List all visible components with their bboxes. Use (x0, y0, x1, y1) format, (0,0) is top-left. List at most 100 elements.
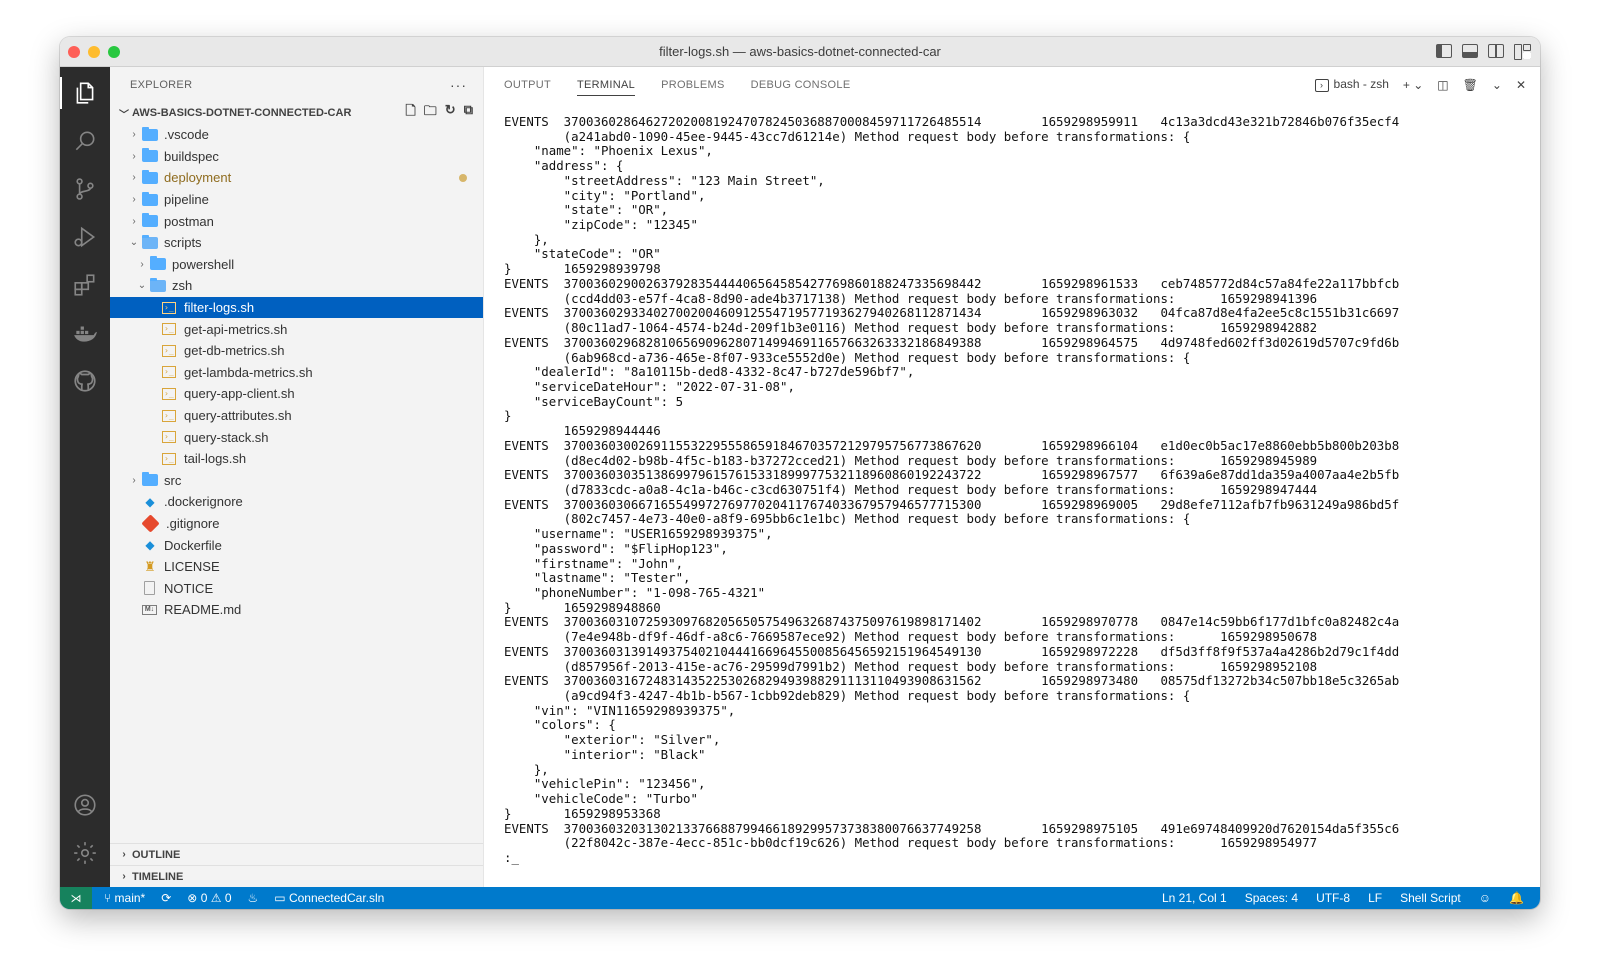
tree-item-tail-logs[interactable]: ›_ tail-logs.sh (110, 448, 483, 470)
terminal-line: "state": "OR", (504, 202, 669, 218)
accounts-icon[interactable] (60, 781, 110, 829)
terminal-line: (ccd4dd03-e57f-4ca8-8d90-ade4b3717138) M… (504, 290, 1318, 306)
indentation[interactable]: Spaces: 4 (1245, 891, 1298, 905)
tree-item-powershell[interactable]: › powershell (110, 254, 483, 276)
warning-icon: ⚠ (210, 891, 225, 905)
encoding[interactable]: UTF-8 (1316, 891, 1350, 905)
docker-icon[interactable] (60, 309, 110, 357)
terminal-line: "interior": "Black" (504, 746, 706, 762)
terminal-line: "zipCode": "12345" (504, 217, 698, 233)
tree-item-label: get-lambda-metrics.sh (184, 364, 313, 380)
extensions-icon[interactable] (60, 261, 110, 309)
new-terminal-icon[interactable]: + ⌄ (1403, 78, 1423, 92)
toggle-panel-icon[interactable] (1462, 44, 1478, 58)
tree-item-label: postman (164, 213, 214, 229)
tree-item-label: get-db-metrics.sh (184, 343, 285, 359)
tree-item-query-attributes[interactable]: ›_ query-attributes.sh (110, 405, 483, 427)
more-actions-icon[interactable]: ··· (450, 77, 467, 93)
tab-debug-console[interactable]: DEBUG CONSOLE (751, 67, 851, 102)
notifications-bell-icon[interactable]: 🔔 (1509, 891, 1524, 905)
terminal-line: "name": "Phoenix Lexus", (504, 143, 713, 159)
terminal-line: (80c11ad7-1064-4574-b24d-209f1b3e0116) M… (504, 320, 1318, 336)
folder-open-icon (142, 234, 158, 249)
terminal-selector[interactable]: › bash - zsh (1314, 77, 1389, 92)
terminal-output[interactable]: EVENTS 370036028646272020081924707824503… (504, 115, 1530, 887)
tree-item-filter-logs[interactable]: ›_ filter-logs.sh (110, 296, 483, 319)
tree-item-label: NOTICE (164, 580, 214, 596)
terminal-line: (d8ec4d02-b98b-4f5c-b183-b37272cced21) M… (504, 452, 1318, 468)
tree-item-vscode[interactable]: › .vscode (110, 124, 483, 146)
tree-item-query-app-client[interactable]: ›_ query-app-client.sh (110, 383, 483, 405)
outline-label: OUTLINE (132, 848, 181, 861)
tree-item-label: get-api-metrics.sh (184, 321, 288, 337)
github-icon[interactable] (60, 357, 110, 405)
shell-file-icon: ›_ (162, 431, 176, 444)
solution-status[interactable]: ▭ ConnectedCar.sln (274, 891, 384, 905)
problems-status[interactable]: ⊗ 0 ⚠ 0 (187, 891, 231, 905)
remote-indicator-icon[interactable]: ⋊ (60, 887, 92, 909)
sync-icon[interactable]: ⟳ (161, 891, 171, 905)
flame-icon[interactable]: ♨ (248, 891, 259, 905)
tree-item-gitignore[interactable]: .gitignore (110, 513, 483, 535)
tree-item-scripts[interactable]: ⌄ scripts (110, 232, 483, 254)
terminal-line: "vin": "VIN11659298939375", (504, 702, 736, 718)
chevron-right-icon: › (132, 215, 136, 227)
vscode-window: filter-logs.sh — aws-basics-dotnet-conne… (60, 37, 1540, 909)
manage-gear-icon[interactable] (60, 829, 110, 877)
end-of-line[interactable]: LF (1368, 891, 1382, 905)
tree-item-deployment[interactable]: › deployment (110, 167, 483, 189)
tab-problems[interactable]: PROBLEMS (661, 67, 725, 102)
terminal-line: "city": "Portland", (504, 187, 706, 203)
toggle-secondary-sidebar-icon[interactable] (1488, 44, 1504, 58)
language-mode[interactable]: Shell Script (1400, 891, 1461, 905)
terminal-line: "address": { (504, 158, 624, 174)
split-terminal-icon[interactable]: ◫ (1437, 78, 1448, 92)
tree-item-get-db-metrics[interactable]: ›_ get-db-metrics.sh (110, 340, 483, 362)
new-folder-icon[interactable]: 🗀 (424, 102, 437, 124)
tree-item-pipeline[interactable]: › pipeline (110, 189, 483, 211)
search-icon[interactable] (60, 117, 110, 165)
tree-item-postman[interactable]: › postman (110, 210, 483, 232)
explorer-icon[interactable] (60, 69, 110, 117)
tree-item-license[interactable]: ♜ LICENSE (110, 556, 483, 578)
run-debug-icon[interactable] (60, 213, 110, 261)
refresh-icon[interactable]: ↻ (445, 102, 456, 124)
error-icon: ⊗ (187, 891, 201, 905)
workspace-root[interactable]: ﹀ AWS-BASICS-DOTNET-CONNECTED-CAR 🗋 🗀 ↻ … (110, 102, 483, 124)
tree-item-zsh[interactable]: ⌄ zsh (110, 275, 483, 297)
terminal-line: (22f8042c-387e-4ecc-851c-bb0dcf19c626) M… (504, 835, 1318, 851)
tab-terminal[interactable]: TERMINAL (577, 67, 636, 102)
source-control-icon[interactable] (60, 165, 110, 213)
new-file-icon[interactable]: 🗋 (405, 102, 415, 124)
chevron-down-icon: ⌄ (129, 237, 139, 249)
tree-item-dockerfile[interactable]: ◆ Dockerfile (110, 534, 483, 556)
tree-item-get-api-metrics[interactable]: ›_ get-api-metrics.sh (110, 318, 483, 340)
chevron-right-icon: › (140, 258, 144, 270)
collapse-all-icon[interactable]: ⧉ (464, 102, 473, 124)
kill-terminal-icon[interactable]: 🗑 (1463, 78, 1478, 92)
tree-item-label: query-attributes.sh (184, 408, 292, 424)
tree-item-readme[interactable]: M↓ README.md (110, 599, 483, 621)
feedback-icon[interactable]: ☺ (1479, 891, 1491, 905)
folder-open-icon (150, 277, 166, 292)
tree-item-query-stack[interactable]: ›_ query-stack.sh (110, 426, 483, 448)
outline-section[interactable]: › OUTLINE (110, 843, 483, 865)
maximize-panel-icon[interactable]: ⌄ (1492, 78, 1502, 92)
tree-item-label: zsh (172, 278, 193, 294)
tree-item-buildspec[interactable]: › buildspec (110, 146, 483, 168)
tree-item-get-lambda-metrics[interactable]: ›_ get-lambda-metrics.sh (110, 362, 483, 384)
branch-status[interactable]: ⑂ main* (104, 891, 145, 905)
shell-file-icon: ›_ (162, 387, 176, 400)
chevron-right-icon: › (122, 871, 126, 882)
folder-icon (142, 148, 158, 163)
tree-item-dockerignore[interactable]: ◆ .dockerignore (110, 491, 483, 513)
cursor-position[interactable]: Ln 21, Col 1 (1162, 891, 1227, 905)
customize-layout-icon[interactable] (1514, 44, 1531, 60)
tab-output[interactable]: OUTPUT (504, 67, 551, 102)
toggle-sidebar-icon[interactable] (1436, 44, 1452, 58)
tree-item-src[interactable]: › src (110, 470, 483, 492)
tree-item-notice[interactable]: NOTICE (110, 577, 483, 599)
terminal-line: } 1659298953368 (504, 805, 661, 821)
timeline-section[interactable]: › TIMELINE (110, 865, 483, 887)
close-panel-icon[interactable]: ✕ (1516, 78, 1526, 92)
